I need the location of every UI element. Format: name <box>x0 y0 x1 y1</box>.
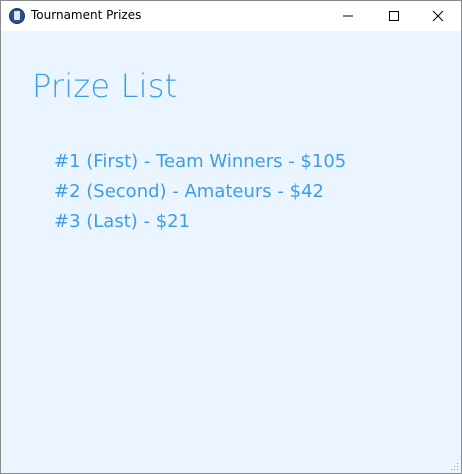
window-title: Tournament Prizes <box>31 8 142 22</box>
close-icon <box>432 10 444 22</box>
minimize-icon <box>343 15 353 17</box>
maximize-icon <box>389 11 399 21</box>
prize-item-1: #1 (First) - Team Winners - $105 <box>54 151 347 172</box>
app-window: Tournament Prizes Prize List #1 (First) … <box>0 0 462 474</box>
page-title: Prize List <box>32 67 178 105</box>
content-area: Prize List #1 (First) - Team Winners - $… <box>1 31 461 473</box>
prize-item-2: #2 (Second) - Amateurs - $42 <box>54 181 324 202</box>
maximize-button[interactable] <box>371 1 417 31</box>
minimize-button[interactable] <box>325 1 371 31</box>
title-bar[interactable]: Tournament Prizes <box>1 1 461 31</box>
close-button[interactable] <box>415 1 461 31</box>
prize-list: #1 (First) - Team Winners - $105 #2 (Sec… <box>54 147 346 237</box>
prize-item-3: #3 (Last) - $21 <box>54 211 191 232</box>
app-icon <box>9 8 25 24</box>
resize-grip-icon[interactable] <box>449 461 459 471</box>
